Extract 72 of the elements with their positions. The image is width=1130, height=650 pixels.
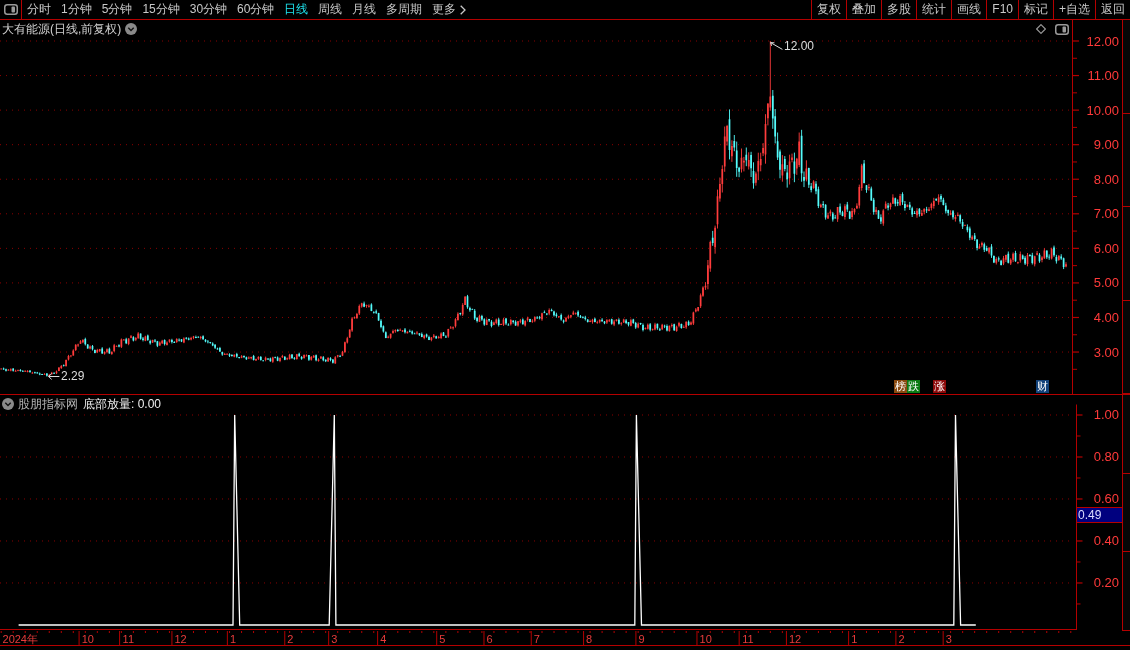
low-price-label: 2.29: [61, 369, 85, 383]
toolbar-button[interactable]: 复权: [811, 0, 847, 19]
toolbar-button[interactable]: 统计: [916, 0, 952, 19]
period-tab[interactable]: 15分钟: [137, 0, 185, 19]
time-axis-label: 9: [638, 632, 645, 645]
time-axis-label: 3: [945, 632, 952, 645]
indicator-axis-label: 1.00: [1093, 407, 1119, 423]
period-tab[interactable]: 60分钟: [232, 0, 280, 19]
price-axis-label: 3.00: [1093, 344, 1119, 360]
time-axis-label: 2: [898, 632, 905, 645]
event-tag[interactable]: 跌: [907, 380, 920, 393]
toolbar-button[interactable]: 返回: [1095, 0, 1130, 19]
toolbar-button[interactable]: 叠加: [846, 0, 882, 19]
period-tab[interactable]: 5分钟: [96, 0, 138, 19]
period-tab[interactable]: 月线: [347, 0, 382, 19]
arrow-icon: [48, 372, 60, 380]
dropdown-icon[interactable]: [2, 398, 14, 410]
period-tab[interactable]: 1分钟: [56, 0, 97, 19]
dropdown-icon[interactable]: [125, 23, 138, 35]
time-axis-label: 12: [789, 632, 802, 645]
chevron-right-icon: [460, 4, 467, 15]
time-axis-label: 8: [586, 632, 593, 645]
time-axis-label: 1: [851, 632, 858, 645]
time-axis-label: 3: [331, 632, 338, 645]
indicator-axis-label: 0.20: [1093, 575, 1119, 591]
price-axis-label: 5.00: [1093, 275, 1119, 291]
indicator-source: 股朋指标网: [18, 395, 78, 413]
period-tab[interactable]: 日线: [279, 0, 314, 19]
price-axis-label: 12.00: [1086, 33, 1119, 49]
toolbar-button[interactable]: 多股: [881, 0, 917, 19]
indicator-readout: 底部放量: 0.00: [83, 395, 162, 413]
time-axis-label: 7: [533, 632, 540, 645]
price-axis-label: 10.00: [1086, 102, 1119, 118]
indicator-axis-label: 0.80: [1093, 449, 1119, 465]
price-axis-label: 4.00: [1093, 310, 1119, 325]
period-tab[interactable]: 周线: [313, 0, 348, 19]
price-axis-label: 9.00: [1093, 137, 1119, 153]
event-tag[interactable]: 榜: [894, 380, 907, 393]
period-tab[interactable]: 30分钟: [184, 0, 233, 19]
period-tab[interactable]: 分时: [22, 0, 56, 19]
price-axis-label: 6.00: [1093, 240, 1119, 256]
price-axis-label: 11.00: [1087, 68, 1119, 84]
panel-toggle-icon[interactable]: [1055, 23, 1069, 35]
time-axis-label: 4: [380, 632, 387, 645]
period-tab[interactable]: 更多: [427, 0, 472, 19]
time-axis-label: 2: [287, 632, 294, 645]
time-axis-label: 10: [699, 632, 712, 645]
toolbar-button[interactable]: 画线: [951, 0, 987, 19]
time-axis-label: 5: [439, 632, 446, 645]
time-axis-label: 11: [122, 632, 134, 645]
cursor-value-label: 0.49: [1077, 507, 1122, 523]
toolbar-button[interactable]: F10: [986, 0, 1018, 19]
indicator-axis-label: 0.40: [1093, 533, 1119, 549]
time-axis-label: 1: [229, 632, 237, 645]
stock-title: 大有能源(日线,前复权): [2, 20, 122, 38]
event-tag[interactable]: 财: [1036, 380, 1049, 393]
price-axis-label: 8.00: [1093, 171, 1119, 187]
high-price-label: 12.00: [784, 39, 815, 53]
toolbar-button[interactable]: 标记: [1018, 0, 1053, 19]
time-axis-label: 2024年: [2, 632, 38, 645]
event-tag[interactable]: 涨: [933, 380, 946, 393]
time-axis-label: 10: [81, 632, 94, 645]
time-axis-label: 12: [174, 632, 187, 645]
time-axis-label: 6: [486, 632, 493, 645]
period-tab[interactable]: 多周期: [381, 0, 428, 19]
time-axis-label: 11: [742, 632, 754, 645]
price-axis-label: 7.00: [1093, 206, 1119, 222]
panel-toggle-icon: [3, 4, 18, 15]
toolbar-button[interactable]: +自选: [1053, 0, 1095, 19]
indicator-axis-label: 0.60: [1093, 491, 1119, 507]
diamond-icon[interactable]: [1036, 24, 1046, 34]
arrow-icon: [770, 42, 783, 50]
